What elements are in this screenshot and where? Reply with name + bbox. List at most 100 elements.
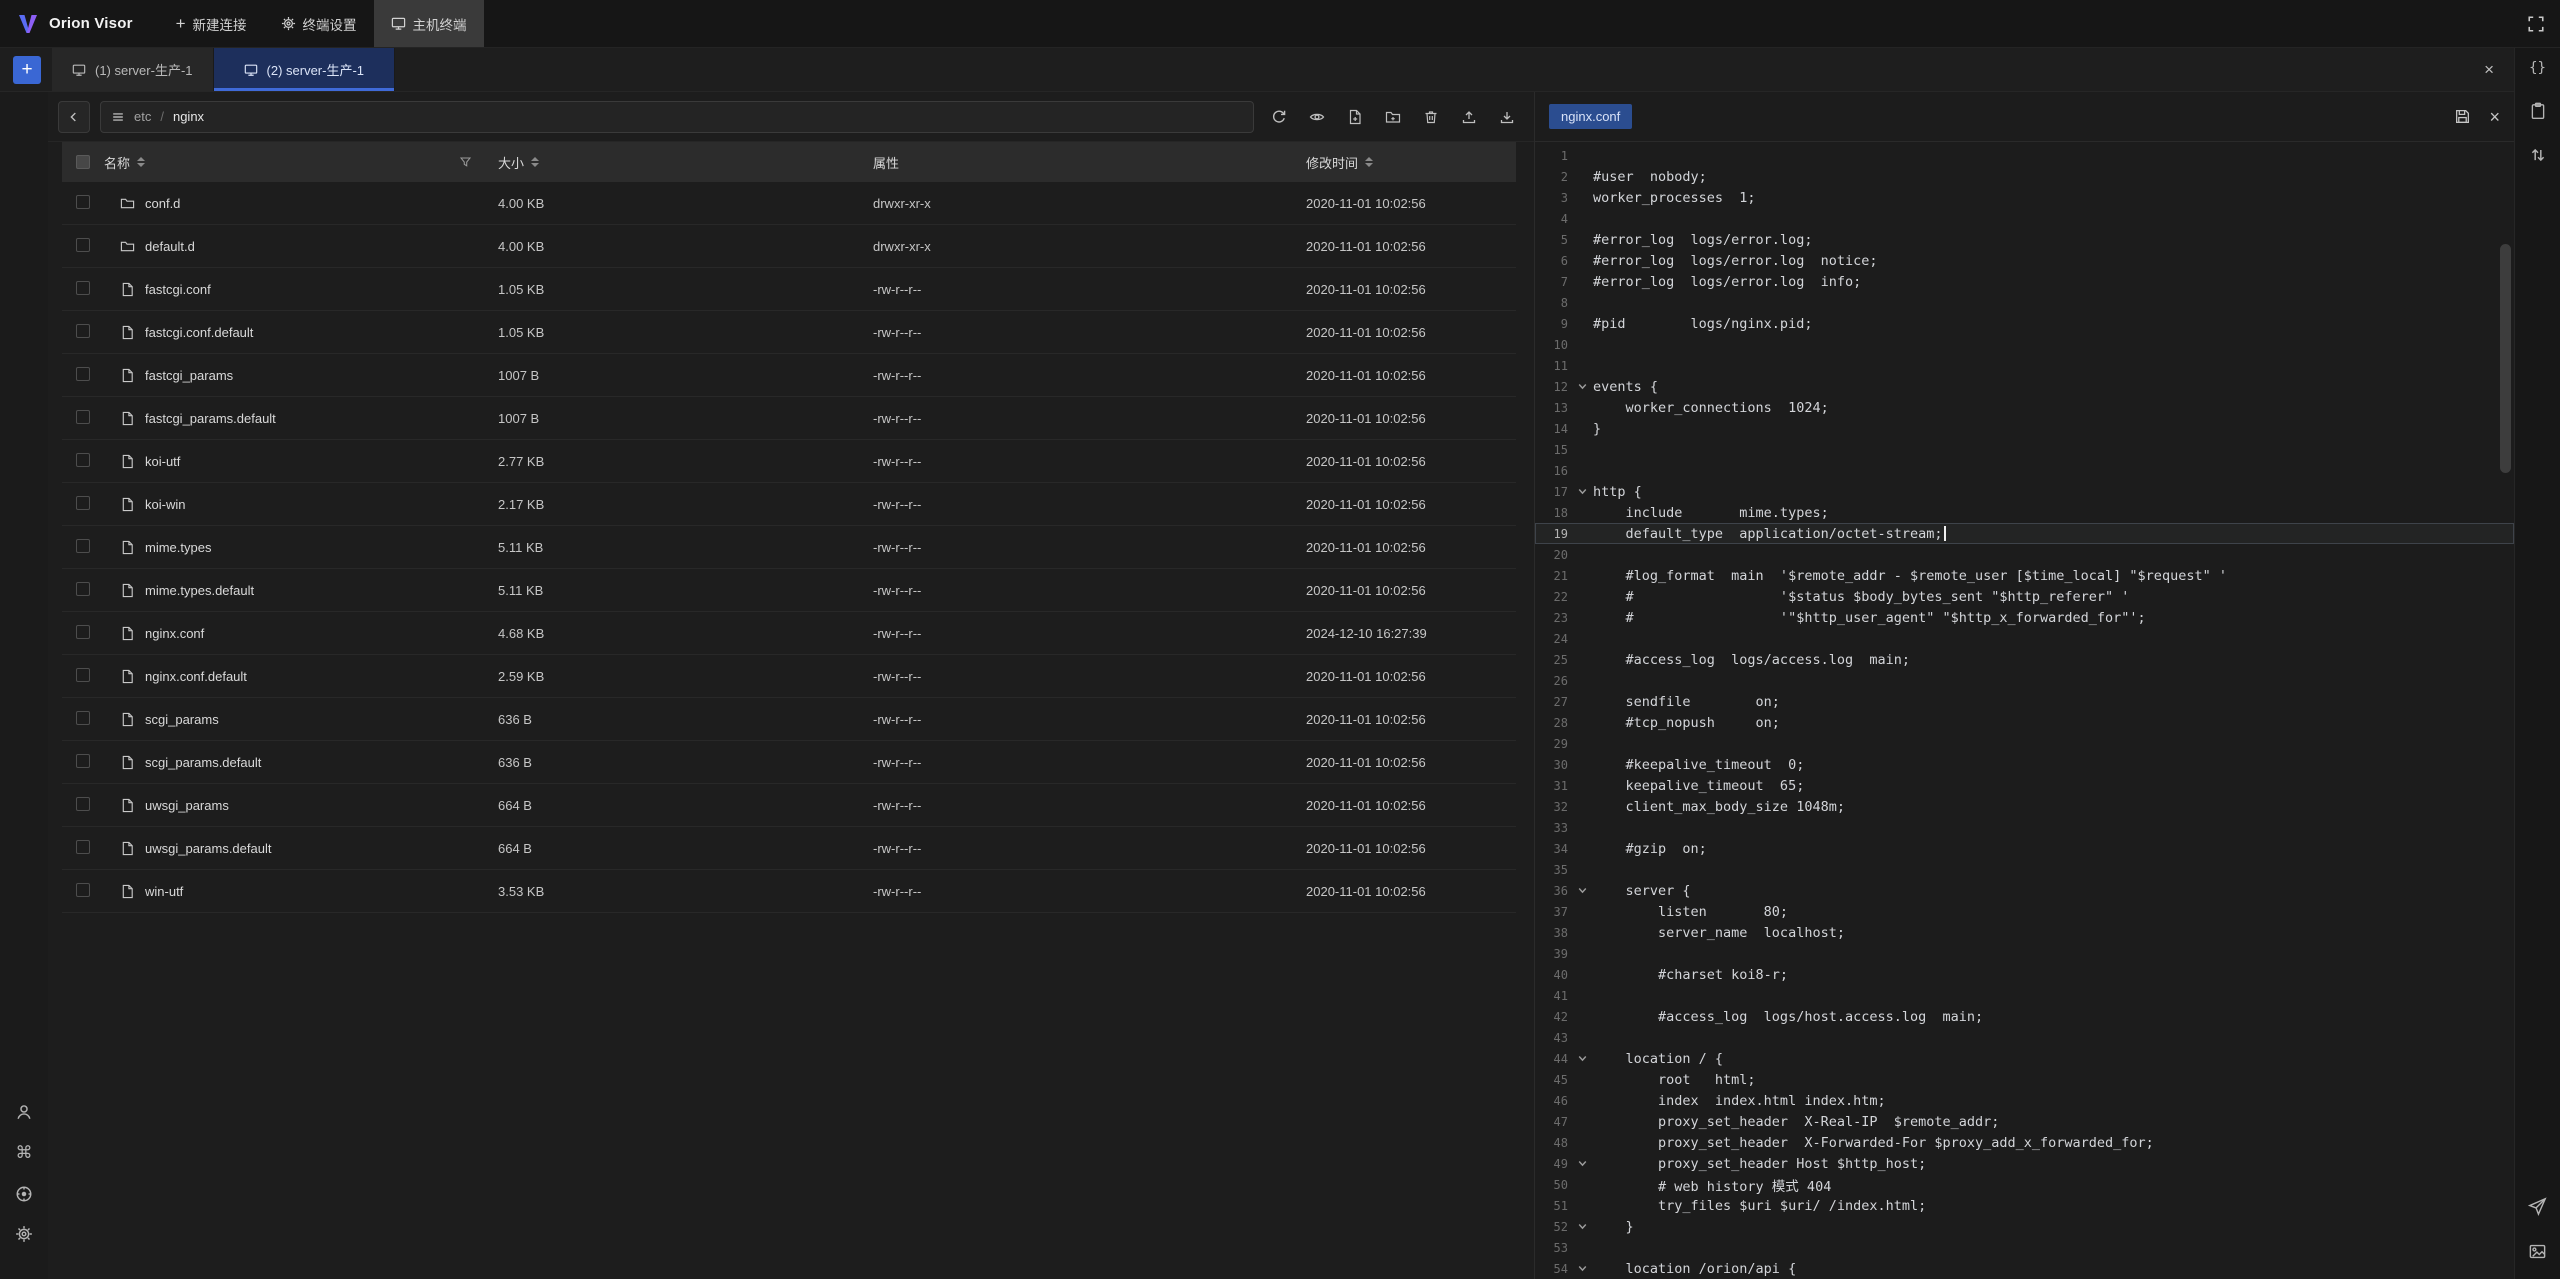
editor-close-icon[interactable]: ×	[2489, 108, 2500, 126]
fold-chevron-icon[interactable]	[1571, 1053, 1593, 1064]
code-line[interactable]: 39	[1535, 943, 2514, 964]
file-row[interactable]: fastcgi.conf.default 1.05 KB -rw-r--r-- …	[62, 311, 1516, 354]
fullscreen-icon[interactable]	[2527, 15, 2545, 33]
file-row[interactable]: win-utf 3.53 KB -rw-r--r-- 2020-11-01 10…	[62, 870, 1516, 913]
screenshot-image-icon[interactable]	[2528, 1242, 2547, 1261]
menu-terminal-settings[interactable]: 终端设置	[264, 0, 374, 47]
command-icon[interactable]: ⌘	[16, 1143, 33, 1163]
code-line[interactable]: 41	[1535, 985, 2514, 1006]
code-line[interactable]: 21 #log_format main '$remote_addr - $rem…	[1535, 565, 2514, 586]
code-line[interactable]: 28 #tcp_nopush on;	[1535, 712, 2514, 733]
code-line[interactable]: 18 include mime.types;	[1535, 502, 2514, 523]
code-line[interactable]: 29	[1535, 733, 2514, 754]
file-row[interactable]: koi-win 2.17 KB -rw-r--r-- 2020-11-01 10…	[62, 483, 1516, 526]
code-line[interactable]: 15	[1535, 439, 2514, 460]
sort-icon[interactable]	[531, 157, 539, 167]
select-all-checkbox[interactable]	[76, 155, 90, 169]
row-checkbox[interactable]	[76, 840, 90, 854]
code-editor[interactable]: 12#user nobody;3worker_processes 1;45#er…	[1535, 142, 2514, 1279]
code-line[interactable]: 22 # '$status $body_bytes_sent "$http_re…	[1535, 586, 2514, 607]
back-icon[interactable]	[58, 101, 90, 133]
tab-server-1[interactable]: (1) server-生产-1	[52, 48, 214, 91]
breadcrumb[interactable]: etc / nginx	[100, 101, 1254, 133]
code-line[interactable]: 12events {	[1535, 376, 2514, 397]
delete-trash-icon[interactable]	[1416, 102, 1446, 132]
column-header-size[interactable]: 大小	[498, 153, 873, 172]
close-terminal-icon[interactable]: ×	[2484, 60, 2494, 80]
fold-chevron-icon[interactable]	[1571, 486, 1593, 497]
code-line[interactable]: 27 sendfile on;	[1535, 691, 2514, 712]
code-line[interactable]: 7#error_log logs/error.log info;	[1535, 271, 2514, 292]
add-tab-button[interactable]: +	[13, 56, 41, 84]
code-line[interactable]: 13 worker_connections 1024;	[1535, 397, 2514, 418]
row-checkbox[interactable]	[76, 238, 90, 252]
code-line[interactable]: 2#user nobody;	[1535, 166, 2514, 187]
code-line[interactable]: 54 location /orion/api {	[1535, 1258, 2514, 1279]
file-row[interactable]: fastcgi_params.default 1007 B -rw-r--r--…	[62, 397, 1516, 440]
code-line[interactable]: 20	[1535, 544, 2514, 565]
code-line[interactable]: 46 index index.html index.htm;	[1535, 1090, 2514, 1111]
column-header-attr[interactable]: 属性	[873, 153, 1306, 172]
row-checkbox[interactable]	[76, 410, 90, 424]
row-checkbox[interactable]	[76, 539, 90, 553]
code-line[interactable]: 10	[1535, 334, 2514, 355]
file-row[interactable]: koi-utf 2.77 KB -rw-r--r-- 2020-11-01 10…	[62, 440, 1516, 483]
code-line[interactable]: 5#error_log logs/error.log;	[1535, 229, 2514, 250]
code-line[interactable]: 6#error_log logs/error.log notice;	[1535, 250, 2514, 271]
row-checkbox[interactable]	[76, 496, 90, 510]
user-icon[interactable]	[15, 1103, 33, 1121]
filter-icon[interactable]	[459, 156, 472, 169]
braces-json-icon[interactable]: {}	[2529, 60, 2546, 76]
code-line[interactable]: 48 proxy_set_header X-Forwarded-For $pro…	[1535, 1132, 2514, 1153]
fold-chevron-icon[interactable]	[1571, 1221, 1593, 1232]
code-line[interactable]: 4	[1535, 208, 2514, 229]
breadcrumb-segment-etc[interactable]: etc	[134, 109, 151, 124]
menu-host-terminal[interactable]: 主机终端	[374, 0, 484, 47]
row-checkbox[interactable]	[76, 195, 90, 209]
file-row[interactable]: conf.d 4.00 KB drwxr-xr-x 2020-11-01 10:…	[62, 182, 1516, 225]
file-row[interactable]: uwsgi_params.default 664 B -rw-r--r-- 20…	[62, 827, 1516, 870]
row-checkbox[interactable]	[76, 453, 90, 467]
code-line[interactable]: 37 listen 80;	[1535, 901, 2514, 922]
code-line[interactable]: 44 location / {	[1535, 1048, 2514, 1069]
code-line[interactable]: 1	[1535, 145, 2514, 166]
upload-icon[interactable]	[1454, 102, 1484, 132]
file-row[interactable]: scgi_params.default 636 B -rw-r--r-- 202…	[62, 741, 1516, 784]
file-row[interactable]: fastcgi_params 1007 B -rw-r--r-- 2020-11…	[62, 354, 1516, 397]
row-checkbox[interactable]	[76, 883, 90, 897]
file-row[interactable]: mime.types.default 5.11 KB -rw-r--r-- 20…	[62, 569, 1516, 612]
fold-chevron-icon[interactable]	[1571, 1158, 1593, 1169]
code-line[interactable]: 32 client_max_body_size 1048m;	[1535, 796, 2514, 817]
code-line[interactable]: 16	[1535, 460, 2514, 481]
code-line[interactable]: 45 root html;	[1535, 1069, 2514, 1090]
row-checkbox[interactable]	[76, 754, 90, 768]
menu-new-connection[interactable]: + 新建连接	[159, 0, 264, 47]
row-checkbox[interactable]	[76, 711, 90, 725]
fold-chevron-icon[interactable]	[1571, 885, 1593, 896]
tab-server-2[interactable]: (2) server-生产-1	[214, 48, 396, 91]
code-line[interactable]: 3worker_processes 1;	[1535, 187, 2514, 208]
row-checkbox[interactable]	[76, 281, 90, 295]
fold-chevron-icon[interactable]	[1571, 381, 1593, 392]
code-line[interactable]: 14}	[1535, 418, 2514, 439]
code-line[interactable]: 33	[1535, 817, 2514, 838]
download-icon[interactable]	[1492, 102, 1522, 132]
code-line[interactable]: 23 # '"$http_user_agent" "$http_x_forwar…	[1535, 607, 2514, 628]
code-line[interactable]: 43	[1535, 1027, 2514, 1048]
code-line[interactable]: 30 #keepalive_timeout 0;	[1535, 754, 2514, 775]
code-line[interactable]: 51 try_files $uri $uri/ /index.html;	[1535, 1195, 2514, 1216]
theme-icon[interactable]	[15, 1185, 33, 1203]
code-line[interactable]: 36 server {	[1535, 880, 2514, 901]
code-line[interactable]: 42 #access_log logs/host.access.log main…	[1535, 1006, 2514, 1027]
file-row[interactable]: scgi_params 636 B -rw-r--r-- 2020-11-01 …	[62, 698, 1516, 741]
code-line[interactable]: 24	[1535, 628, 2514, 649]
code-line[interactable]: 38 server_name localhost;	[1535, 922, 2514, 943]
sort-icon[interactable]	[137, 157, 145, 167]
row-checkbox[interactable]	[76, 582, 90, 596]
code-line[interactable]: 11	[1535, 355, 2514, 376]
breadcrumb-segment-nginx[interactable]: nginx	[173, 109, 204, 124]
file-row[interactable]: mime.types 5.11 KB -rw-r--r-- 2020-11-01…	[62, 526, 1516, 569]
file-row[interactable]: nginx.conf.default 2.59 KB -rw-r--r-- 20…	[62, 655, 1516, 698]
fold-chevron-icon[interactable]	[1571, 1263, 1593, 1274]
code-line[interactable]: 49 proxy_set_header Host $http_host;	[1535, 1153, 2514, 1174]
